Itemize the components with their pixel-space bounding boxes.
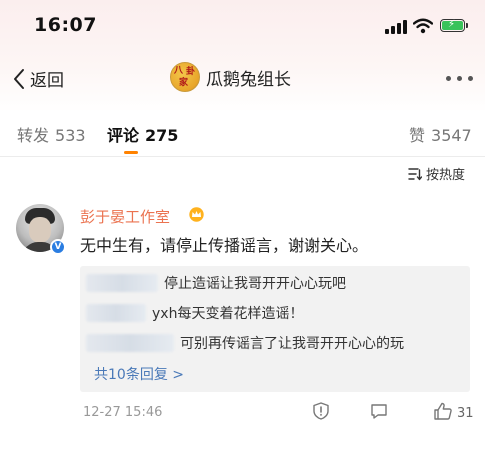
reply-text: 可别再传谣言了让我哥开开心心的玩 [180, 336, 404, 352]
blurred-username [86, 334, 174, 352]
tab-label: 赞 [409, 126, 426, 145]
comment-text: 无中生有，请停止传播谣言，谢谢关心。 [80, 236, 369, 255]
nav-title[interactable]: 瓜鹅兔组长 [206, 65, 291, 90]
shield-icon[interactable] [313, 402, 329, 420]
signal-icon [385, 20, 407, 34]
reply-item[interactable]: yxh每天变着花样造谣！ [86, 304, 303, 322]
tab-count: 533 [55, 126, 86, 145]
crown-icon [189, 207, 204, 222]
back-label: 返回 [30, 71, 64, 91]
more-icon[interactable] [446, 76, 474, 82]
user-avatar[interactable]: 八 卦 家 [170, 62, 200, 92]
nav-bar: 返回 八 卦 家 瓜鹅兔组长 [0, 56, 485, 102]
tab-reposts[interactable]: 转发 533 [17, 122, 86, 146]
tab-likes[interactable]: 赞 3547 [409, 122, 472, 146]
battery-icon: ⚡ [440, 19, 465, 32]
reply-text: 停止造谣让我哥开开心心玩吧 [164, 276, 346, 292]
active-tab-indicator [124, 151, 138, 154]
reply-item[interactable]: 停止造谣让我哥开开心心玩吧 [86, 274, 346, 292]
reply-icon[interactable] [370, 402, 388, 420]
comment-time: 12-27 15:46 [83, 405, 163, 420]
comment-author[interactable]: 彭于晏工作室 [80, 206, 170, 227]
battery-nub [466, 23, 468, 28]
status-bar: 16:07 ⚡ [0, 0, 485, 56]
wifi-icon [413, 18, 433, 34]
like-count: 31 [457, 406, 474, 421]
tab-comments[interactable]: 评论 275 [107, 122, 178, 146]
back-chevron-icon [14, 68, 24, 89]
sort-label: 按热度 [426, 168, 466, 183]
blurred-username [86, 274, 158, 292]
sort-button[interactable]: 按热度 [408, 164, 465, 183]
like-icon[interactable] [433, 402, 453, 420]
back-button[interactable]: 返回 [12, 66, 64, 91]
tab-label: 转发 [17, 126, 50, 145]
nav-user[interactable]: 八 卦 家 瓜鹅兔组长 [170, 62, 291, 92]
avatar-char: 八 [174, 66, 184, 76]
view-all-replies-link[interactable]: 共10条回复 > [94, 364, 184, 384]
avatar-char: 家 [179, 78, 189, 88]
tab-bar: 转发 533 评论 275 赞 3547 [0, 112, 485, 157]
tab-count: 275 [145, 126, 179, 145]
avatar-char: 卦 [186, 67, 196, 77]
tab-label: 评论 [107, 126, 140, 145]
tab-count: 3547 [431, 126, 472, 145]
reply-box[interactable]: 停止造谣让我哥开开心心玩吧 yxh每天变着花样造谣！ 可别再传谣言了让我哥开开心… [80, 266, 470, 392]
sort-icon [408, 167, 422, 180]
blurred-username [86, 304, 146, 322]
reply-item[interactable]: 可别再传谣言了让我哥开开心心的玩 [86, 334, 404, 352]
reply-text: yxh每天变着花样造谣！ [152, 306, 304, 322]
verified-icon: V [50, 239, 66, 255]
status-time: 16:07 [34, 14, 97, 36]
